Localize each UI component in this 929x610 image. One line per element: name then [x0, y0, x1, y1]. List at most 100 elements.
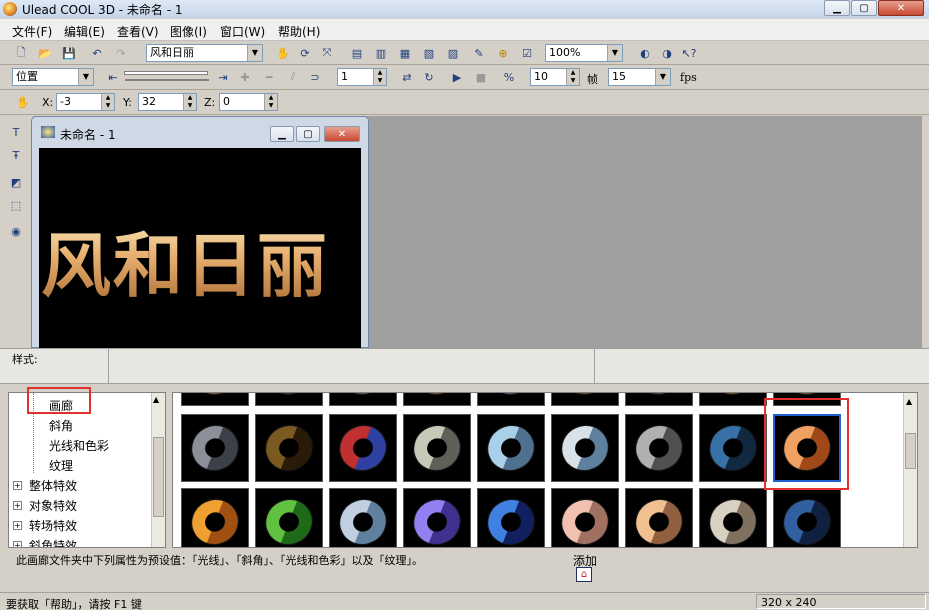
gallery-thumbnail[interactable] — [329, 414, 397, 482]
light-button[interactable]: ✎ — [470, 44, 488, 62]
y-spinner[interactable]: 32 ▲ ▼ — [138, 93, 197, 111]
add-to-gallery-button[interactable]: ⌂ — [576, 567, 592, 582]
select-object-button[interactable]: ⬚ — [7, 196, 25, 214]
close-button[interactable]: ✕ — [878, 0, 924, 16]
gallery-thumbnail[interactable] — [477, 393, 545, 406]
zoom-select[interactable]: 100% ▼ — [545, 44, 623, 62]
align-button-4[interactable]: ▧ — [420, 44, 438, 62]
gallery-thumbnail[interactable] — [699, 393, 767, 406]
hand-tool-button[interactable]: ✋ — [274, 44, 292, 62]
tree-group-transition[interactable]: 转场特效 — [29, 517, 77, 534]
expand-plus-icon[interactable]: + — [13, 521, 22, 530]
tool-button-a[interactable]: ◐ — [636, 44, 654, 62]
expand-plus-icon[interactable]: + — [13, 501, 22, 510]
expand-plus-icon[interactable]: + — [13, 541, 22, 547]
gallery-thumbnail[interactable] — [551, 393, 619, 406]
gallery-scroll-thumb[interactable] — [905, 433, 916, 469]
menu-help[interactable]: 帮助(H) — [278, 23, 320, 40]
gallery-thumbnail[interactable] — [181, 414, 249, 482]
align-button-5[interactable]: ▨ — [444, 44, 462, 62]
gallery-thumbnail[interactable] — [773, 488, 841, 547]
menu-file[interactable]: 文件(F) — [12, 23, 52, 40]
globe-button[interactable]: ⊕ — [494, 44, 512, 62]
menu-image[interactable]: 图像(I) — [170, 23, 207, 40]
smooth-button[interactable]: % — [500, 68, 518, 86]
menu-window[interactable]: 窗口(W) — [220, 23, 265, 40]
gallery-thumbnail[interactable] — [255, 488, 323, 547]
gallery-thumbnail[interactable] — [181, 393, 249, 406]
gallery-scrollbar[interactable]: ▲ — [903, 393, 917, 547]
gallery-thumbnail[interactable] — [625, 488, 693, 547]
tree-group-object[interactable]: 对象特效 — [29, 497, 77, 514]
save-button[interactable]: 💾 — [60, 44, 78, 62]
edit-text-button[interactable]: Ŧ — [7, 146, 25, 164]
tool-button-b[interactable]: ◑ — [658, 44, 676, 62]
add-key-button[interactable]: ✚ — [236, 68, 254, 86]
gallery-thumbnail[interactable] — [403, 393, 471, 406]
last-key-button[interactable]: ⇥ — [214, 68, 232, 86]
gallery-thumbnail[interactable] — [699, 488, 767, 547]
doc-maximize-button[interactable]: ▢ — [296, 126, 320, 142]
tree-scrollbar[interactable]: ▲ — [151, 393, 165, 547]
tree-scroll-thumb[interactable] — [153, 437, 164, 517]
loop-button[interactable]: ⇄ — [398, 68, 416, 86]
z-spinner[interactable]: 0 ▲ ▼ — [219, 93, 278, 111]
reverse-button[interactable]: ⊃ — [306, 68, 324, 86]
3d-canvas[interactable]: 风和日丽 — [39, 148, 361, 348]
insert-object-button[interactable]: ◩ — [7, 173, 25, 191]
gallery-thumbnail[interactable] — [255, 414, 323, 482]
gallery-thumbnail[interactable] — [255, 393, 323, 406]
gallery-thumbnail[interactable] — [625, 393, 693, 406]
fps-select[interactable]: 15 ▼ — [608, 68, 671, 86]
tree-group-global[interactable]: 整体特效 — [29, 477, 77, 494]
x-spinner[interactable]: -3 ▲ ▼ — [56, 93, 115, 111]
doc-close-button[interactable]: ✕ — [324, 126, 360, 142]
gallery-thumbnail[interactable] — [181, 488, 249, 547]
size-tool-button[interactable]: ⤧ — [318, 44, 336, 62]
first-key-button[interactable]: ⇤ — [104, 68, 122, 86]
timeline-slider[interactable] — [124, 71, 208, 75]
mode-select[interactable]: 位置 ▼ — [12, 68, 94, 86]
context-help-button[interactable]: ↖? — [680, 44, 698, 62]
gallery-thumbnail[interactable] — [403, 414, 471, 482]
tree-group-bevel[interactable]: 斜角特效 — [29, 537, 77, 547]
new-button[interactable]: 🗋 — [12, 44, 30, 62]
pingpong-button[interactable]: ↻ — [420, 68, 438, 86]
maximize-button[interactable]: ▢ — [851, 0, 877, 16]
undo-button[interactable]: ↶ — [88, 44, 106, 62]
gallery-thumbnail[interactable] — [403, 488, 471, 547]
gallery-thumbnail[interactable] — [625, 414, 693, 482]
open-button[interactable]: 📂 — [36, 44, 54, 62]
rotate-tool-button[interactable]: ⟳ — [296, 44, 314, 62]
remove-key-button[interactable]: ━ — [260, 68, 278, 86]
gallery-thumbnail[interactable] — [329, 488, 397, 547]
split-key-button[interactable]: ⫽ — [284, 68, 302, 86]
geometry-button[interactable]: ◉ — [7, 222, 25, 240]
frame-spinner[interactable]: 1 ▲ ▼ — [337, 68, 387, 86]
insert-text-button[interactable]: T — [7, 123, 25, 141]
gallery-thumbnail[interactable] — [477, 414, 545, 482]
gallery-thumbnail[interactable] — [551, 488, 619, 547]
gallery-thumbnail[interactable] — [329, 393, 397, 406]
menu-view[interactable]: 查看(V) — [117, 23, 159, 40]
gallery-thumbnail[interactable] — [699, 414, 767, 482]
align-button-1[interactable]: ▤ — [348, 44, 366, 62]
minimize-button[interactable]: ▁ — [824, 0, 850, 16]
object-select[interactable]: 风和日丽 ▼ — [146, 44, 263, 62]
stop-button[interactable]: ■ — [472, 68, 490, 86]
expand-plus-icon[interactable]: + — [13, 481, 22, 490]
doc-minimize-button[interactable]: ▁ — [270, 126, 294, 142]
chart-button[interactable]: ☑ — [518, 44, 536, 62]
tree-item-bevel[interactable]: 斜角 — [49, 417, 73, 434]
frames-spinner[interactable]: 10 ▲ ▼ — [530, 68, 580, 86]
play-button[interactable]: ▶ — [448, 68, 466, 86]
tree-item-light-color[interactable]: 光线和色彩 — [49, 437, 109, 454]
gallery-thumbnail[interactable] — [551, 414, 619, 482]
tree-item-texture[interactable]: 纹理 — [49, 457, 73, 474]
menu-edit[interactable]: 编辑(E) — [64, 23, 105, 40]
position-hand-button[interactable]: ✋ — [14, 93, 32, 111]
align-button-2[interactable]: ▥ — [372, 44, 390, 62]
gallery-thumbnail[interactable] — [477, 488, 545, 547]
redo-button[interactable]: ↷ — [112, 44, 130, 62]
align-button-3[interactable]: ▦ — [396, 44, 414, 62]
